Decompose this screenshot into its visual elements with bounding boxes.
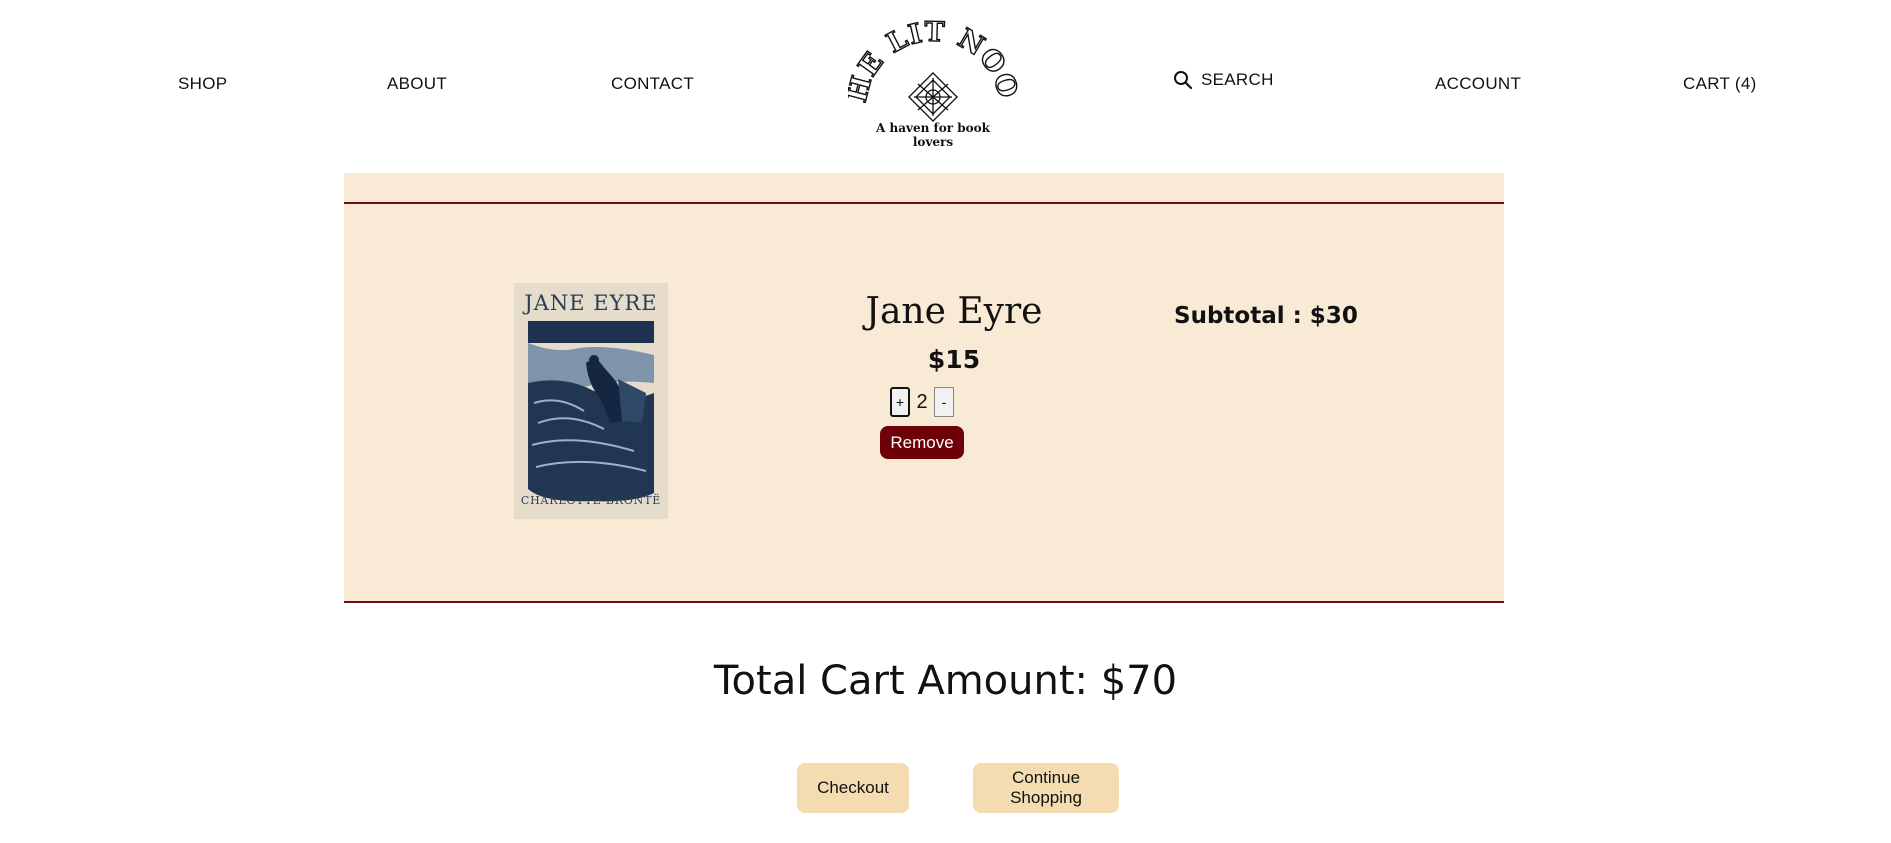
nav-shop-link[interactable]: SHOP: [178, 74, 227, 94]
cover-author-text: CHARLOTTE BRONTË: [520, 494, 662, 507]
item-price: $15: [927, 345, 981, 374]
divider: [344, 202, 1504, 204]
nav-cart-link[interactable]: CART (4): [1683, 74, 1757, 94]
checkout-button[interactable]: Checkout: [797, 763, 909, 813]
increase-quantity-button[interactable]: +: [890, 387, 910, 417]
quantity-stepper: + 2 -: [890, 386, 954, 418]
remove-item-button[interactable]: Remove: [880, 426, 964, 459]
decrease-quantity-button[interactable]: -: [934, 387, 954, 417]
cart-item-panel: JANE EYRE CHARLOTTE BRONTË Jane Eyre $15…: [344, 173, 1504, 603]
nav-search-label: SEARCH: [1201, 70, 1274, 89]
cover-title-text: JANE EYRE: [524, 291, 658, 315]
logo-tagline: A haven for book lovers: [876, 121, 990, 149]
nav-search-link[interactable]: SEARCH: [1173, 70, 1274, 90]
continue-shopping-button[interactable]: Continue Shopping: [973, 763, 1119, 813]
nav-contact-link[interactable]: CONTACT: [611, 74, 694, 94]
divider: [344, 601, 1504, 603]
nav-account-link[interactable]: ACCOUNT: [1435, 74, 1521, 94]
item-title: Jane Eyre: [865, 291, 1043, 332]
quantity-value: 2: [916, 390, 928, 413]
book-cover-illustration: [514, 283, 668, 519]
item-subtotal: Subtotal : $30: [1174, 303, 1358, 329]
book-cover-image: JANE EYRE CHARLOTTE BRONTË: [514, 283, 668, 519]
cart-total: Total Cart Amount: $70: [713, 658, 1178, 704]
top-navigation: SHOP ABOUT CONTACT THE LIT NOOK A haven …: [0, 0, 1891, 160]
search-icon: [1174, 71, 1193, 90]
nav-about-link[interactable]: ABOUT: [387, 74, 447, 94]
